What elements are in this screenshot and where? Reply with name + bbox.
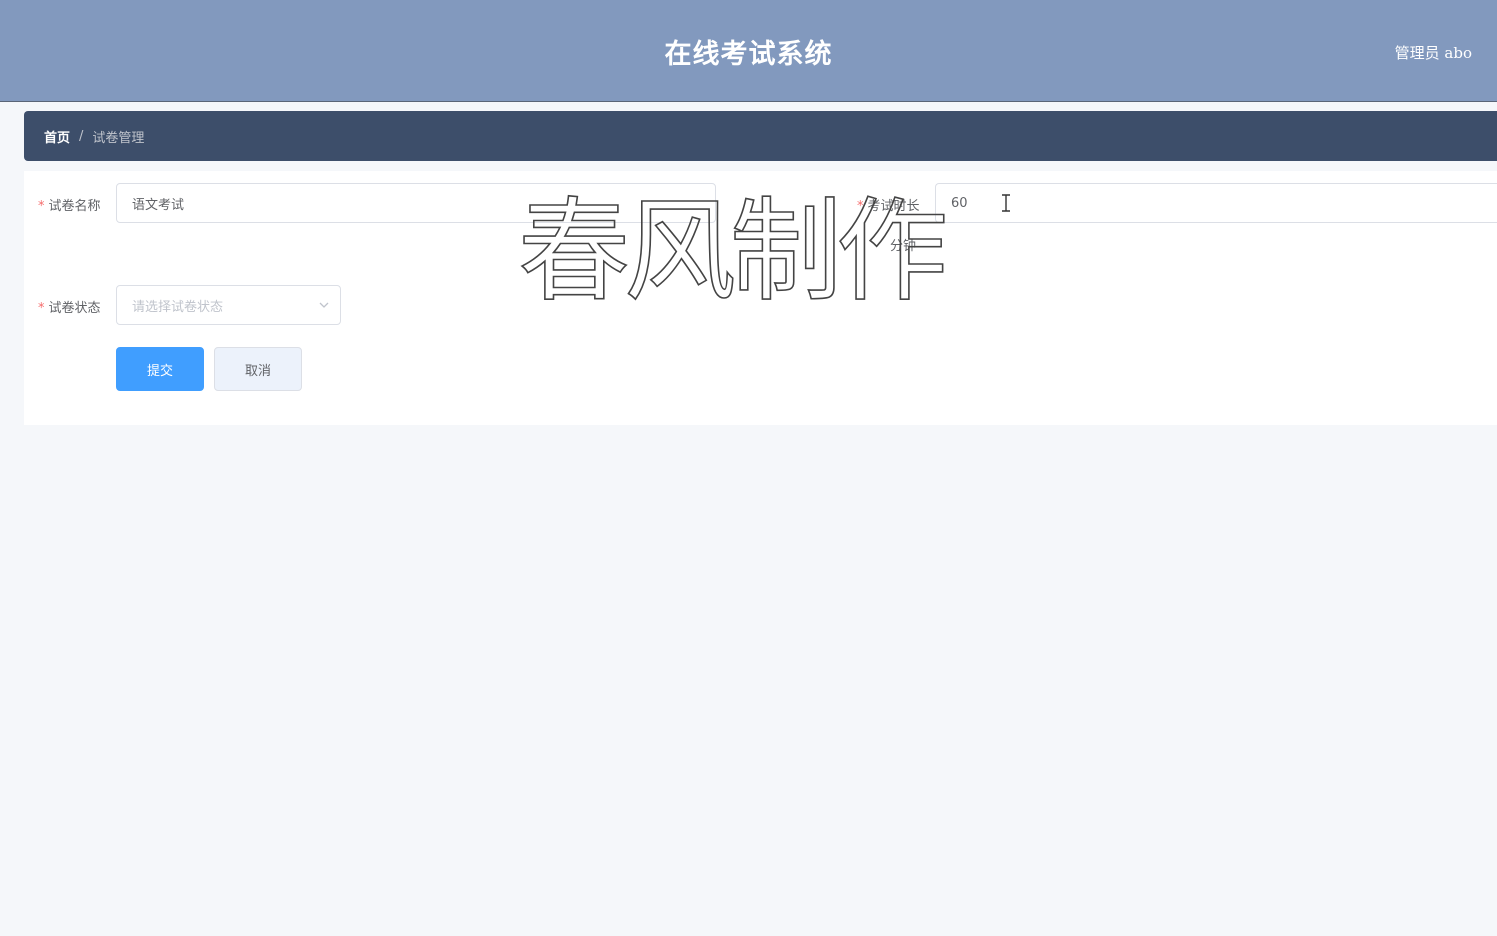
paper-name-value: 语文考试 [132,197,185,213]
paper-name-label: * 试卷名称 [38,199,101,214]
chevron-down-icon [319,302,329,308]
status-label: * 试卷状态 [38,301,101,316]
breadcrumb-home[interactable]: 首页 [44,127,70,146]
app-title: 在线考试系统 [664,39,833,70]
submit-button[interactable]: 提交 [116,347,204,391]
current-user[interactable]: 管理员 abo [1395,42,1472,63]
watermark-overlay: 春风制作 [518,186,951,308]
breadcrumb: 首页 / 试卷管理 [24,111,1497,161]
breadcrumb-current: 试卷管理 [92,130,145,146]
required-mark: * [38,301,45,316]
text-cursor-icon [1002,194,1010,212]
top-header: 在线考试系统 管理员 abo [0,0,1497,102]
status-placeholder: 请选择试卷状态 [132,299,224,315]
breadcrumb-separator: / [79,128,84,144]
duration-input[interactable]: 60 [935,183,1497,223]
status-select[interactable]: 请选择试卷状态 [116,285,341,325]
cancel-button[interactable]: 取消 [214,347,302,391]
required-mark: * [38,199,45,214]
watermark-text: 春风制作 [518,187,944,308]
